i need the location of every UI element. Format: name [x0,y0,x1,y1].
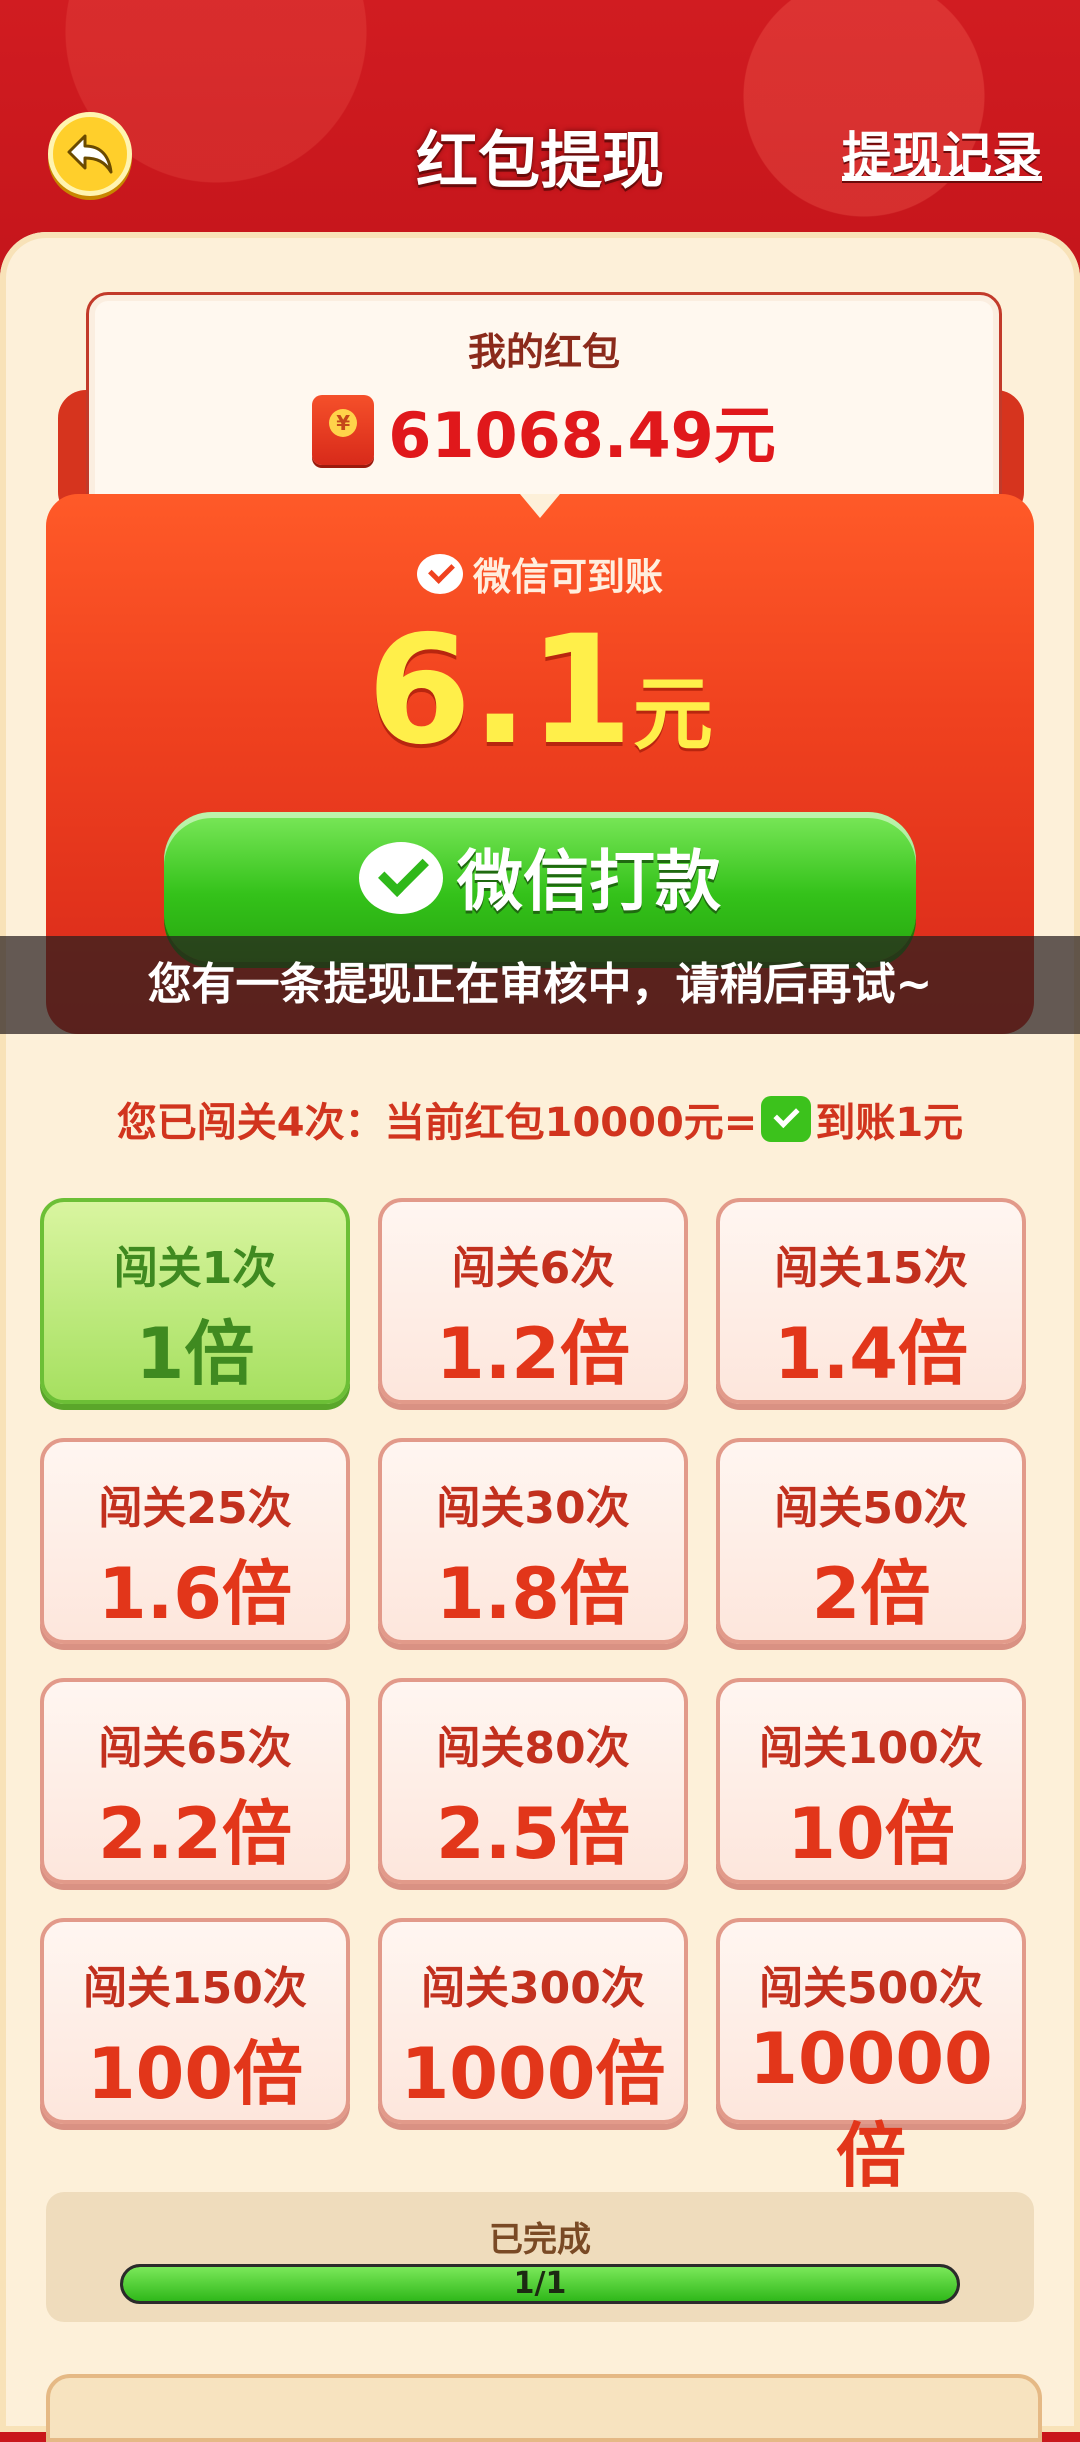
tier-multiplier: 1.8倍 [435,1553,630,1635]
tier-clears: 闯关300次 [421,1963,645,2014]
tier-clears: 闯关500次 [759,1963,983,2014]
tier-tile[interactable]: 闯关1次 1倍 [40,1198,350,1404]
tier-clears: 闯关80次 [436,1723,630,1774]
wallet-card: 我的红包 61068.49元 [86,292,1002,518]
wallet-amount: 61068.49元 [388,399,776,472]
tier-clears: 闯关25次 [98,1483,292,1534]
info-text-before: 您已闯关4次：当前红包10000元= [116,1100,758,1146]
tier-clears: 闯关65次 [98,1723,292,1774]
tier-clears: 闯关6次 [451,1243,615,1294]
payout-amount: 6.1元 [46,604,1034,778]
tier-tile[interactable]: 闯关300次 1000倍 [378,1918,688,2124]
tier-multiplier: 1倍 [135,1313,255,1395]
wechat-icon [761,1096,812,1142]
tier-clears: 闯关30次 [436,1483,630,1534]
wechat-arrival-label: 微信可到账 [472,555,663,599]
tier-multiplier: 1.2倍 [435,1313,630,1395]
tier-multiplier: 1000倍 [400,2033,666,2115]
tier-multiplier: 10倍 [787,1793,955,1875]
tier-tile[interactable]: 闯关100次 10倍 [716,1678,1026,1884]
wallet-label: 我的红包 [467,330,620,374]
tier-multiplier: 1.6倍 [97,1553,292,1635]
tier-tile[interactable]: 闯关50次 2倍 [716,1438,1026,1644]
back-arrow-icon [67,134,113,174]
wechat-icon [416,553,463,594]
tier-multiplier: 10000倍 [749,2018,993,2197]
tier-clears: 闯关50次 [774,1483,968,1534]
payout-number: 6.1 [367,604,633,778]
tier-tile[interactable]: 闯关30次 1.8倍 [378,1438,688,1644]
tier-tile[interactable]: 闯关150次 100倍 [40,1918,350,2124]
tier-clears: 闯关15次 [774,1243,968,1294]
progress-label: 已完成 [489,2220,591,2260]
tier-tile[interactable]: 闯关80次 2.5倍 [378,1678,688,1884]
tier-clears: 闯关1次 [113,1243,277,1294]
progress-box: 已完成 1/1 [46,2192,1034,2322]
info-text-after: 到账1元 [815,1100,964,1146]
header: 红包提现 提现记录 [0,0,1080,230]
back-button[interactable] [48,112,132,196]
tier-tile[interactable]: 闯关65次 2.2倍 [40,1678,350,1884]
tier-multiplier: 100倍 [86,2033,304,2115]
red-envelope-icon [312,395,375,465]
tier-tile[interactable]: 闯关500次 10000倍 [716,1918,1026,2197]
tier-clears: 闯关150次 [83,1963,307,2014]
tier-clears: 闯关100次 [759,1723,983,1774]
tier-tile[interactable]: 闯关6次 1.2倍 [378,1198,688,1404]
clear-count-info: 您已闯关4次：当前红包10000元= 到账1元 [0,1090,1080,1148]
review-toast: 您有一条提现正在审核中，请稍后再试~ [0,936,1080,1034]
progress-bar: 1/1 [120,2264,960,2304]
progress-text: 1/1 [513,2266,567,2301]
withdraw-record-link[interactable]: 提现记录 [842,116,1042,188]
wechat-arrival-row: 微信可到账 [46,546,1034,601]
bottom-panel-edge [46,2374,1042,2442]
tier-multiplier: 1.4倍 [773,1313,968,1395]
wallet-amount-row: 61068.49元 [89,385,999,475]
wechat-icon [359,842,443,914]
tier-multiplier: 2倍 [811,1553,931,1635]
tier-multiplier: 2.2倍 [97,1793,292,1875]
tier-tile[interactable]: 闯关15次 1.4倍 [716,1198,1026,1404]
multiplier-grid: 闯关1次 1倍 闯关6次 1.2倍 闯关15次 1.4倍 闯关25次 1.6倍 … [40,1198,1040,2197]
tier-tile[interactable]: 闯关25次 1.6倍 [40,1438,350,1644]
tier-multiplier: 2.5倍 [435,1793,630,1875]
payout-unit: 元 [632,668,713,761]
wechat-pay-label: 微信打款 [457,843,721,920]
